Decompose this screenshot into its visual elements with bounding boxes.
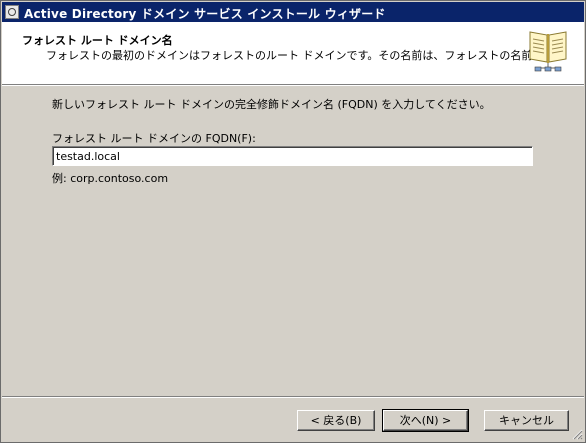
page-title: フォレスト ルート ドメイン名 — [22, 34, 173, 47]
back-button[interactable]: < 戻る(B) — [297, 410, 375, 431]
cancel-button[interactable]: キャンセル — [484, 410, 569, 431]
fqdn-label: フォレスト ルート ドメインの FQDN(F): — [52, 132, 256, 145]
app-icon — [5, 5, 19, 19]
page-subtitle: フォレストの最初のドメインはフォレストのルート ドメインです。その名前は、フォレ… — [46, 49, 565, 62]
wizard-header: フォレスト ルート ドメイン名 フォレストの最初のドメインはフォレストのルート … — [2, 22, 584, 85]
footer-divider-highlight — [2, 397, 584, 398]
instruction-text: 新しいフォレスト ルート ドメインの完全修飾ドメイン名 (FQDN) を入力して… — [52, 98, 491, 111]
resize-grip-icon[interactable] — [571, 428, 583, 440]
wizard-window: Active Directory ドメイン サービス インストール ウィザード … — [0, 0, 586, 443]
fqdn-input[interactable] — [52, 146, 533, 166]
wizard-content: 新しいフォレスト ルート ドメインの完全修飾ドメイン名 (FQDN) を入力して… — [2, 86, 584, 396]
next-button[interactable]: 次へ(N) > — [382, 409, 469, 432]
book-icon — [529, 31, 567, 72]
window-title: Active Directory ドメイン サービス インストール ウィザード — [24, 7, 386, 21]
title-bar[interactable]: Active Directory ドメイン サービス インストール ウィザード — [2, 2, 584, 22]
example-text: 例: corp.contoso.com — [52, 172, 169, 185]
